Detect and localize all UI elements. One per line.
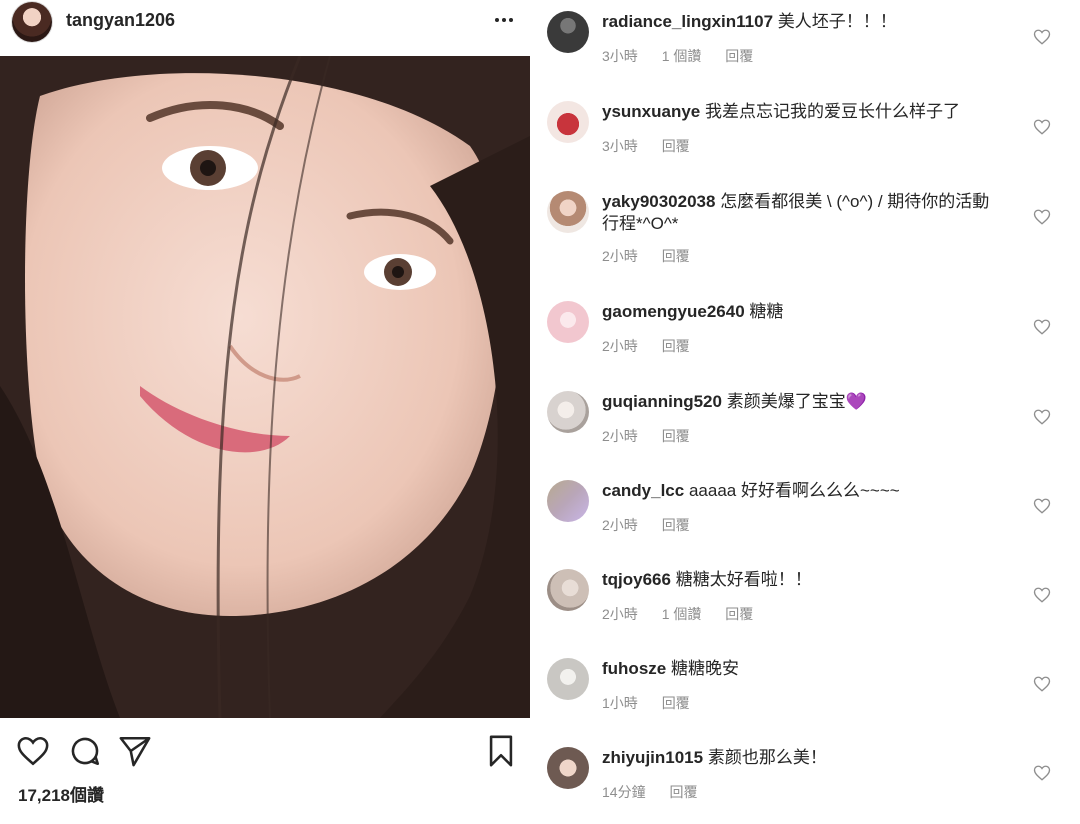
comment-body: 素颜美爆了宝宝💜 [726,392,867,411]
avatar[interactable] [547,101,589,143]
avatar[interactable] [12,2,52,42]
reply-button[interactable]: 回覆 [725,48,753,64]
reply-button[interactable]: 回覆 [725,606,753,622]
avatar[interactable] [547,191,589,233]
heart-icon[interactable] [1033,675,1051,693]
heart-icon[interactable] [1033,118,1051,136]
comment-meta: 1小時 回覆 [602,693,710,713]
comment-username[interactable]: candy_lcc [602,481,684,500]
comment-likes[interactable]: 1 個讚 [662,48,702,64]
comment-text: tqjoy666 糖糖太好看啦！！ [602,569,1002,591]
comment-username[interactable]: zhiyujin1015 [602,748,703,767]
comment-text: zhiyujin1015 素颜也那么美！ [602,747,1002,769]
comment-list: radiance_lingxin1107 美人坯子！！！ 3小時 1 個讚 回覆… [530,0,1080,803]
comment-username[interactable]: gaomengyue2640 [602,302,745,321]
heart-icon[interactable] [1033,764,1051,782]
comment-body: 我差点忘记我的爱豆长什么样子了 [705,102,960,121]
comment-username[interactable]: tqjoy666 [602,570,671,589]
reply-button[interactable]: 回覆 [669,784,697,800]
post-header: tangyan1206 [0,0,530,56]
comment-item: candy_lcc aaaaa 好好看啊么么么~~~~ 2小時 回覆 [530,469,1080,557]
avatar[interactable] [547,658,589,700]
comment-time: 2小時 [602,248,638,264]
comment-time: 3小時 [602,48,638,64]
comment-time: 2小時 [602,428,638,444]
comment-username[interactable]: guqianning520 [602,392,722,411]
comment-likes[interactable]: 1 個讚 [662,606,702,622]
comment-username[interactable]: fuhosze [602,659,666,678]
heart-icon[interactable] [1033,497,1051,515]
comment-time: 1小時 [602,695,638,711]
reply-button[interactable]: 回覆 [662,695,690,711]
share-icon[interactable] [118,734,152,768]
comment-icon[interactable] [68,734,102,768]
comment-item: yaky90302038 怎麼看都很美 \ (^o^) / 期待你的活動行程*^… [530,180,1080,268]
comment-meta: 2小時 回覆 [602,336,710,356]
comment-item: fuhosze 糖糖晚安 1小時 回覆 [530,647,1080,735]
heart-icon[interactable] [1033,318,1051,336]
comment-time: 2小時 [602,606,638,622]
more-icon[interactable] [490,6,518,34]
heart-icon[interactable] [1033,208,1051,226]
comment-time: 2小時 [602,517,638,533]
post-action-bar [0,730,530,774]
avatar[interactable] [547,480,589,522]
avatar[interactable] [547,569,589,611]
comment-text: guqianning520 素颜美爆了宝宝💜 [602,391,1002,413]
comment-text: candy_lcc aaaaa 好好看啊么么么~~~~ [602,480,1002,502]
comment-text: ysunxuanye 我差点忘记我的爱豆长什么样子了 [602,101,1002,123]
comment-item: zhiyujin1015 素颜也那么美！ 14分鐘 回覆 [530,736,1080,824]
avatar[interactable] [547,301,589,343]
post-username[interactable]: tangyan1206 [66,10,175,31]
comment-meta: 3小時 1 個讚 回覆 [602,46,773,66]
reply-button[interactable]: 回覆 [662,428,690,444]
post-panel: tangyan1206 17,218個讚 [0,0,530,806]
comment-body: 糖糖晚安 [670,659,739,678]
comment-body: 糖糖 [749,302,784,321]
reply-button[interactable]: 回覆 [662,338,690,354]
comment-text: fuhosze 糖糖晚安 [602,658,1002,680]
comment-time: 14分鐘 [602,784,646,800]
reply-button[interactable]: 回覆 [662,517,690,533]
selfie-image [0,56,530,718]
comment-username[interactable]: yaky90302038 [602,192,715,211]
bookmark-icon[interactable] [484,734,518,768]
comment-username[interactable]: radiance_lingxin1107 [602,12,773,31]
comment-meta: 2小時 回覆 [602,515,710,535]
comment-text: radiance_lingxin1107 美人坯子！！！ [602,11,1002,33]
comment-body: 糖糖太好看啦！！ [675,570,812,589]
comment-body: 素颜也那么美！ [707,748,827,767]
comment-username[interactable]: ysunxuanye [602,102,700,121]
avatar[interactable] [547,391,589,433]
comment-meta: 14分鐘 回覆 [602,782,717,802]
comment-time: 2小時 [602,338,638,354]
comment-meta: 2小時 回覆 [602,246,710,266]
comment-text: yaky90302038 怎麼看都很美 \ (^o^) / 期待你的活動行程*^… [602,191,1002,235]
comment-meta: 2小時 1 個讚 回覆 [602,604,773,624]
comment-meta: 3小時 回覆 [602,136,710,156]
comment-item: gaomengyue2640 糖糖 2小時 回覆 [530,290,1080,378]
heart-icon[interactable] [16,734,50,768]
heart-icon[interactable] [1033,28,1051,46]
heart-icon[interactable] [1033,586,1051,604]
comment-body: 美人坯子！！！ [777,12,897,31]
post-photo[interactable] [0,56,530,718]
comment-body: aaaaa 好好看啊么么么~~~~ [688,481,900,500]
avatar[interactable] [547,11,589,53]
reply-button[interactable]: 回覆 [662,138,690,154]
comment-time: 3小時 [602,138,638,154]
avatar[interactable] [547,747,589,789]
comment-item: radiance_lingxin1107 美人坯子！！！ 3小時 1 個讚 回覆 [530,0,1080,88]
likes-count[interactable]: 17,218個讚 [18,781,104,806]
comment-text: gaomengyue2640 糖糖 [602,301,1002,323]
comment-item: tqjoy666 糖糖太好看啦！！ 2小時 1 個讚 回覆 [530,558,1080,646]
reply-button[interactable]: 回覆 [662,248,690,264]
comment-item: ysunxuanye 我差点忘记我的爱豆长什么样子了 3小時 回覆 [530,90,1080,178]
comment-item: guqianning520 素颜美爆了宝宝💜 2小時 回覆 [530,380,1080,468]
comment-meta: 2小時 回覆 [602,426,710,446]
heart-icon[interactable] [1033,408,1051,426]
